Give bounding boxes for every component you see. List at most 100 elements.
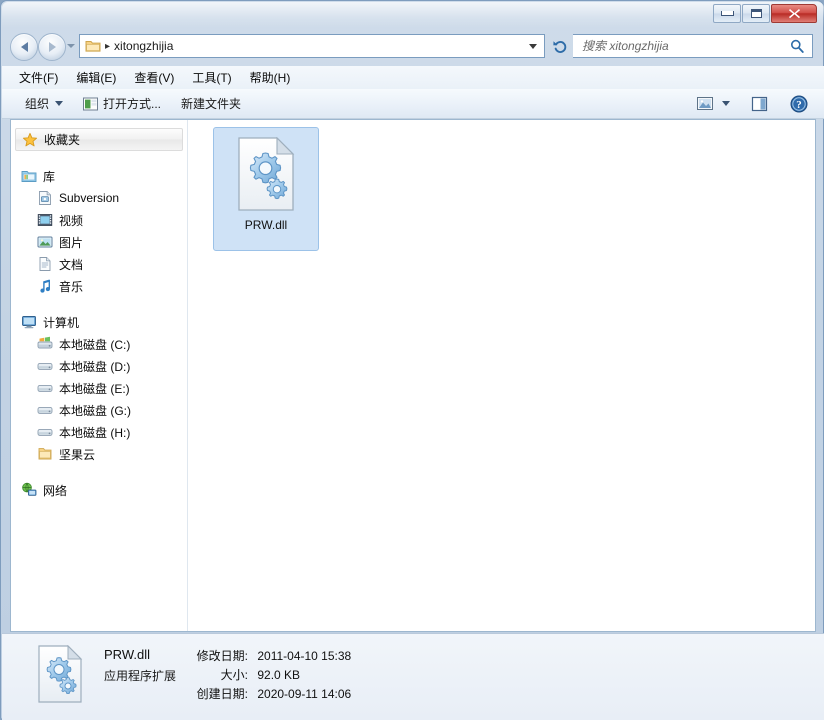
sidebar-label-drive-g: 本地磁盘 (G:): [59, 402, 131, 419]
help-button[interactable]: ?: [786, 92, 812, 116]
library-icon: [21, 168, 37, 184]
sidebar-label-nutstore: 坚果云: [59, 446, 95, 463]
sidebar-item-music[interactable]: 音乐: [11, 275, 187, 297]
sidebar-label-computer: 计算机: [43, 314, 79, 331]
window-controls: [713, 4, 817, 23]
sidebar-label-favorites: 收藏夹: [44, 131, 80, 148]
sidebar-item-network[interactable]: 网络: [11, 479, 187, 501]
details-size-row: 大小: 92.0 KB: [186, 666, 300, 683]
search-input[interactable]: [580, 38, 774, 54]
address-bar[interactable]: ▸ xitongzhijia: [79, 34, 545, 58]
drive-icon: [37, 358, 53, 374]
details-file-type: 应用程序扩展: [104, 667, 176, 684]
drive-icon: [37, 380, 53, 396]
sidebar-item-videos[interactable]: 视频: [11, 209, 187, 231]
refresh-button[interactable]: [551, 37, 570, 56]
open-with-label: 打开方式...: [103, 95, 161, 112]
documents-icon: [37, 256, 53, 272]
sidebar-item-drive-e[interactable]: 本地磁盘 (E:): [11, 377, 187, 399]
details-pane: PRW.dll 应用程序扩展 修改日期: 2011-04-10 15:38 大小…: [2, 633, 824, 720]
back-button[interactable]: [10, 33, 38, 61]
details-size-label: 大小:: [186, 666, 248, 683]
music-icon: [37, 278, 53, 294]
star-icon: [22, 132, 38, 148]
new-folder-button[interactable]: 新建文件夹: [172, 91, 250, 116]
sidebar-item-pictures[interactable]: 图片: [11, 231, 187, 253]
breadcrumb-current[interactable]: xitongzhijia: [114, 39, 173, 53]
sidebar-spacer: [11, 297, 187, 311]
file-item-prw-dll[interactable]: PRW.dll: [213, 127, 319, 251]
minimize-icon: [721, 11, 734, 16]
details-modified-label: 修改日期:: [186, 647, 248, 664]
dll-file-icon: [36, 645, 84, 706]
search-box[interactable]: [573, 34, 813, 58]
sidebar-label-videos: 视频: [59, 212, 83, 229]
details-file-name: PRW.dll: [104, 647, 150, 662]
help-icon: ?: [790, 95, 808, 113]
sidebar-item-nutstore[interactable]: 坚果云: [11, 443, 187, 465]
view-mode-button[interactable]: [692, 92, 718, 116]
sidebar-label-network: 网络: [43, 482, 67, 499]
minimize-button[interactable]: [713, 4, 741, 23]
history-dropdown-icon[interactable]: [67, 44, 75, 48]
sidebar-item-favorites[interactable]: 收藏夹: [15, 128, 183, 151]
folder-icon: [37, 446, 53, 462]
sidebar-item-documents[interactable]: 文档: [11, 253, 187, 275]
command-bar-right: ?: [692, 92, 824, 116]
pictures-icon: [37, 234, 53, 250]
preview-pane-icon: [751, 96, 768, 112]
sidebar-item-drive-c[interactable]: 本地磁盘 (C:): [11, 333, 187, 355]
sidebar-label-drive-h: 本地磁盘 (H:): [59, 424, 130, 441]
menu-item-help[interactable]: 帮助(H): [241, 66, 300, 89]
sidebar-label-drive-d: 本地磁盘 (D:): [59, 358, 130, 375]
menu-item-view[interactable]: 查看(V): [125, 66, 183, 89]
organize-button[interactable]: 组织: [16, 91, 72, 116]
sidebar-item-drive-h[interactable]: 本地磁盘 (H:): [11, 421, 187, 443]
forward-button[interactable]: [38, 33, 66, 61]
details-modified-row: 修改日期: 2011-04-10 15:38: [186, 647, 351, 664]
video-icon: [37, 212, 53, 228]
navigation-pane: 收藏夹 库: [11, 120, 187, 631]
view-layout-icon: [697, 96, 713, 111]
sidebar-item-subversion[interactable]: Subversion: [11, 187, 187, 209]
sidebar-item-libraries[interactable]: 库: [11, 165, 187, 187]
sidebar-item-computer[interactable]: 计算机: [11, 311, 187, 333]
maximize-icon: [751, 9, 762, 18]
maximize-button[interactable]: [742, 4, 770, 23]
sidebar-label-libraries: 库: [43, 168, 55, 185]
file-list-pane[interactable]: PRW.dll: [188, 120, 815, 631]
menu-bar: 文件(F) 编辑(E) 查看(V) 工具(T) 帮助(H): [2, 66, 824, 89]
preview-pane-button[interactable]: [746, 92, 772, 116]
sidebar-label-documents: 文档: [59, 256, 83, 273]
sidebar-label-drive-e: 本地磁盘 (E:): [59, 380, 130, 397]
chevron-down-icon[interactable]: [529, 44, 537, 49]
chevron-down-icon: [55, 101, 63, 106]
close-button[interactable]: [771, 4, 817, 23]
sidebar-spacer: [11, 151, 187, 165]
menu-item-edit[interactable]: 编辑(E): [67, 66, 125, 89]
dll-file-icon: [235, 137, 297, 214]
menu-item-file[interactable]: 文件(F): [10, 66, 67, 89]
sidebar-item-drive-g[interactable]: 本地磁盘 (G:): [11, 399, 187, 421]
forward-arrow-icon: [49, 42, 56, 52]
svg-text:?: ?: [796, 99, 802, 111]
sidebar-label-pictures: 图片: [59, 234, 83, 251]
refresh-icon: [552, 39, 569, 55]
sidebar-label-subversion: Subversion: [59, 191, 119, 205]
menu-item-tools[interactable]: 工具(T): [183, 66, 240, 89]
explorer-body: 收藏夹 库: [10, 119, 816, 632]
sidebar-item-drive-d[interactable]: 本地磁盘 (D:): [11, 355, 187, 377]
subversion-icon: [37, 190, 53, 206]
details-created-value: 2020-09-11 14:06: [257, 687, 351, 701]
address-bar-row: ▸ xitongzhijia: [1, 32, 824, 62]
title-bar: [1, 1, 824, 27]
open-with-button[interactable]: 打开方式...: [74, 91, 170, 116]
explorer-window: ▸ xitongzhijia 文件(F) 编辑(E) 查看(V) 工具(T) 帮…: [0, 0, 824, 720]
system-drive-icon: [37, 336, 53, 352]
command-bar: 组织 打开方式... 新建文件夹: [2, 89, 824, 119]
chevron-down-icon[interactable]: [722, 101, 730, 106]
network-icon: [21, 482, 37, 498]
details-created-label: 创建日期:: [186, 685, 248, 702]
drive-icon: [37, 402, 53, 418]
search-icon[interactable]: [790, 39, 804, 53]
